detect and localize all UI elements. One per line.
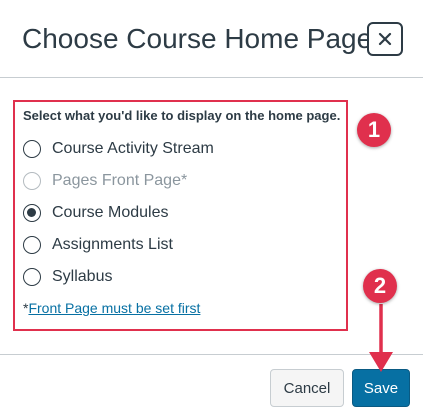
option-label: Syllabus [52,268,113,285]
radio-button[interactable] [23,140,41,158]
dialog-header: Choose Course Home Page [0,0,423,78]
save-button[interactable]: Save [352,369,410,407]
option-label: Course Activity Stream [52,140,214,157]
radio-button-selected[interactable] [23,204,41,222]
close-button[interactable] [367,22,403,56]
annotation-arrow-down-icon [369,304,393,372]
option-pages-front-page: Pages Front Page* [23,168,187,194]
radio-button[interactable] [23,268,41,286]
footnote: *Front Page must be set first [23,300,200,316]
option-syllabus[interactable]: Syllabus [23,264,112,290]
close-icon [378,32,392,46]
option-label: Assignments List [52,236,173,253]
cancel-button[interactable]: Cancel [270,369,344,407]
front-page-link[interactable]: Front Page must be set first [28,300,200,316]
option-label: Pages Front Page* [52,172,188,189]
radio-button[interactable] [23,236,41,254]
step-badge-1: 1 [357,113,391,147]
instruction-text: Select what you'd like to display on the… [23,108,341,123]
option-course-activity-stream[interactable]: Course Activity Stream [23,136,214,162]
radio-button-disabled [23,172,41,190]
dialog-title: Choose Course Home Page [22,23,373,54]
step-badge-2: 2 [363,269,397,303]
option-label: Course Modules [52,204,169,221]
dialog-footer: Cancel Save [0,354,423,415]
option-assignments-list[interactable]: Assignments List [23,232,173,258]
option-course-modules[interactable]: Course Modules [23,200,169,226]
